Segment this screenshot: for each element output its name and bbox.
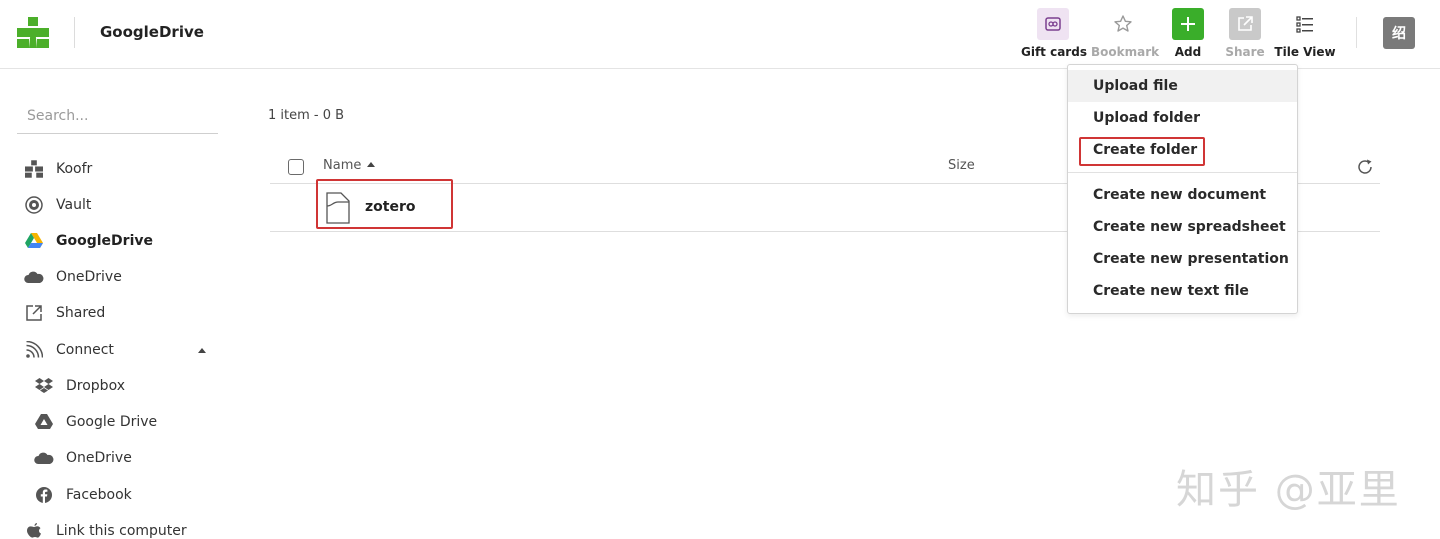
- star-icon: [1107, 8, 1139, 40]
- menu-item-upload-folder[interactable]: Upload folder: [1068, 102, 1297, 134]
- sidebar-item-label: Connect: [56, 342, 114, 358]
- add-button[interactable]: Add: [1156, 8, 1220, 64]
- sidebar-item-label: Koofr: [56, 161, 93, 177]
- sidebar-item-label: Facebook: [66, 487, 132, 503]
- tile-view-label: Tile View: [1274, 45, 1336, 59]
- onedrive-icon: [24, 267, 44, 287]
- tile-view-button[interactable]: Tile View: [1273, 8, 1337, 64]
- select-all-checkbox[interactable]: [288, 159, 304, 175]
- koofr-logo-icon[interactable]: [17, 17, 49, 48]
- header-divider: [74, 17, 75, 48]
- gift-cards-button[interactable]: Gift cards: [1021, 8, 1087, 64]
- sidebar-item-label: Dropbox: [66, 378, 125, 394]
- refresh-icon[interactable]: [1356, 158, 1374, 176]
- sidebar-item-facebook[interactable]: Facebook: [0, 480, 230, 510]
- gift-card-icon: [1037, 8, 1069, 40]
- koofr-icon: [24, 159, 44, 179]
- sidebar-item-onedrive[interactable]: OneDrive: [0, 262, 230, 292]
- dropbox-icon: [34, 376, 54, 396]
- collapse-caret-icon[interactable]: [198, 348, 206, 353]
- plus-icon: [1172, 8, 1204, 40]
- sidebar-item-label: Shared: [56, 305, 106, 321]
- add-menu-dropdown: Upload file Upload folder Create folder …: [1067, 64, 1298, 314]
- apple-icon: [24, 521, 44, 539]
- item-count: 1 item - 0 B: [268, 108, 345, 123]
- avatar[interactable]: 绍: [1383, 17, 1415, 49]
- vault-icon: [24, 195, 44, 215]
- file-name[interactable]: zotero: [365, 199, 415, 215]
- bookmark-button[interactable]: Bookmark: [1091, 8, 1160, 64]
- sidebar-item-shared[interactable]: Shared: [0, 298, 230, 328]
- sidebar-item-onedrive-connect[interactable]: OneDrive: [0, 443, 230, 473]
- menu-item-create-document[interactable]: Create new document: [1068, 179, 1297, 211]
- sidebar-item-link-computer[interactable]: Link this computer: [0, 516, 230, 539]
- shared-icon: [24, 303, 44, 323]
- sidebar-item-label: OneDrive: [56, 269, 122, 285]
- sort-ascending-icon: [367, 162, 376, 167]
- watermark-text: 知乎 @亚里: [1176, 467, 1401, 513]
- sidebar-item-label: OneDrive: [66, 450, 132, 466]
- add-label: Add: [1174, 45, 1202, 59]
- sidebar-item-vault[interactable]: Vault: [0, 190, 230, 220]
- sidebar-item-connect[interactable]: Connect: [0, 335, 230, 365]
- toolbar-separator: [1356, 17, 1357, 48]
- share-icon: [1229, 8, 1261, 40]
- google-drive-icon: [34, 412, 54, 432]
- column-header-name[interactable]: Name: [323, 158, 376, 173]
- page-title: GoogleDrive: [100, 23, 204, 41]
- sidebar-item-google-drive[interactable]: Google Drive: [0, 407, 230, 437]
- share-label: Share: [1225, 45, 1265, 59]
- app-header: GoogleDrive Gift cards Bookmark Add Shar…: [0, 0, 1440, 69]
- gift-cards-label: Gift cards: [1021, 45, 1087, 59]
- search-input[interactable]: [17, 99, 218, 134]
- menu-item-create-spreadsheet[interactable]: Create new spreadsheet: [1068, 211, 1297, 243]
- sidebar-item-label: Google Drive: [66, 414, 158, 430]
- list-view-icon: [1289, 8, 1321, 40]
- sidebar-item-label: Link this computer: [56, 523, 187, 539]
- sidebar-item-dropbox[interactable]: Dropbox: [0, 371, 230, 401]
- menu-item-upload-file[interactable]: Upload file: [1068, 70, 1297, 102]
- sidebar-item-label: Vault: [56, 197, 92, 213]
- menu-item-create-presentation[interactable]: Create new presentation: [1068, 243, 1297, 275]
- folder-icon: [326, 192, 350, 224]
- google-drive-icon: [24, 231, 44, 251]
- column-name-label: Name: [323, 158, 362, 173]
- menu-item-create-text-file[interactable]: Create new text file: [1068, 275, 1297, 307]
- share-button[interactable]: Share: [1213, 8, 1277, 64]
- sidebar-item-label: GoogleDrive: [56, 233, 153, 249]
- onedrive-icon: [34, 448, 54, 468]
- sidebar-item-googledrive[interactable]: GoogleDrive: [0, 226, 230, 256]
- column-header-size[interactable]: Size: [948, 158, 975, 173]
- facebook-icon: [34, 485, 54, 505]
- menu-item-create-folder[interactable]: Create folder: [1068, 134, 1297, 166]
- bookmark-label: Bookmark: [1091, 45, 1160, 59]
- sidebar-item-koofr[interactable]: Koofr: [0, 154, 230, 184]
- menu-divider: [1068, 172, 1297, 173]
- rss-icon: [24, 340, 44, 360]
